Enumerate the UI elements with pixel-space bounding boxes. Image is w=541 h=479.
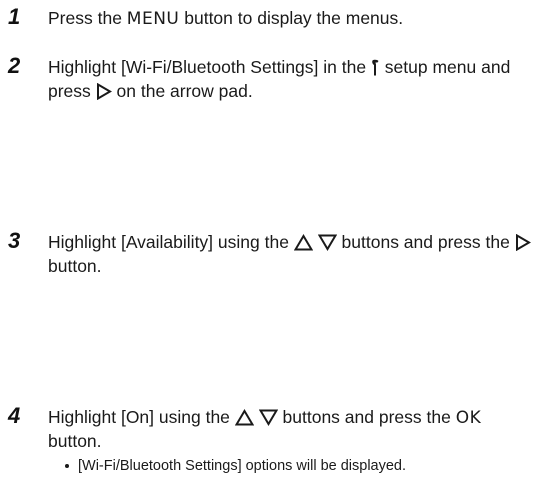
arrow-up-icon [234, 409, 255, 431]
step-text: Highlight [Wi-Fi/Bluetooth Settings] in … [48, 57, 536, 105]
step-text: Press the MENU button to display the men… [48, 8, 536, 30]
wrench-icon [371, 59, 380, 81]
step-text: Highlight [On] using the buttons and pre… [48, 407, 536, 452]
bullet-list: [Wi-Fi/Bluetooth Settings] options will … [64, 457, 534, 475]
step-number: 1 [8, 4, 21, 29]
step-number: 4 [8, 403, 21, 428]
step-text-part: on the arrow pad. [111, 81, 253, 101]
list-item: [Wi-Fi/Bluetooth Settings] options will … [64, 457, 534, 475]
ok-button-label: OK [455, 408, 482, 428]
arrow-right-icon [96, 82, 112, 105]
step-text-part: Highlight [Wi-Fi/Bluetooth Settings] in … [48, 57, 371, 77]
arrow-up-icon [293, 234, 314, 256]
step-number: 2 [8, 53, 21, 78]
step-text-part: Highlight [Availability] using the [48, 232, 294, 252]
step-text-part: buttons and press the [336, 232, 515, 252]
step-text-part: button. [48, 256, 102, 276]
step-text-part: button. [48, 431, 102, 451]
menu-button-label: MENU [126, 9, 180, 29]
step-text-part: buttons and press the [277, 407, 456, 427]
arrow-down-icon [317, 234, 337, 256]
step-text-part: button to display the menus. [179, 8, 404, 28]
step-text-part: Highlight [On] using the [48, 407, 235, 427]
arrow-right-icon [515, 233, 531, 256]
step-text-part: Press the [48, 8, 127, 28]
step-text: Highlight [Availability] using the butto… [48, 232, 536, 277]
arrow-down-icon [258, 409, 278, 431]
step-number: 3 [8, 228, 21, 253]
